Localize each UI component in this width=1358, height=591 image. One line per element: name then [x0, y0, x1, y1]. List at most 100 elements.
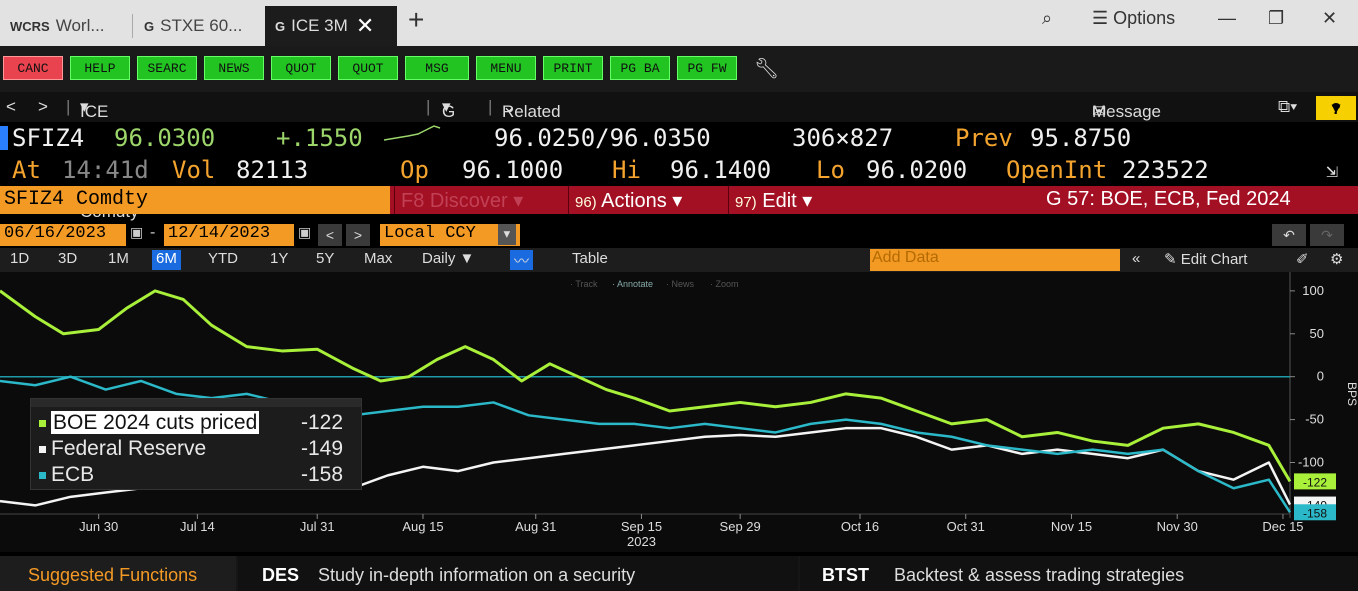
related-functions-menu[interactable]: Related Functions Menu ⌄	[502, 97, 576, 161]
period-5y[interactable]: 5Y	[312, 250, 338, 270]
next-range-button[interactable]: >	[346, 224, 370, 246]
security-action-bar: SFIZ4 Comdty F8 Discover ▾ 96) Actions ▾…	[0, 186, 1358, 214]
fkey-menu[interactable]: MENU	[476, 56, 536, 80]
x-tick-label: Nov 15	[1051, 519, 1092, 534]
tab-label: Worl...	[55, 16, 105, 35]
chevron-down-icon: ▾	[497, 224, 516, 245]
close-window-icon[interactable]: ✕	[1322, 8, 1337, 29]
help-button[interactable]: ? ▾	[1316, 96, 1356, 120]
y-tick-label: 50	[1310, 326, 1324, 341]
legend-value: -149	[301, 437, 344, 460]
calendar-icon[interactable]: ▣	[298, 224, 311, 241]
open-interest-label: OpenInt	[1006, 156, 1108, 184]
fkey-help[interactable]: HELP	[70, 56, 130, 80]
collapse-icon[interactable]: «	[1128, 250, 1144, 270]
security-title-dropdown[interactable]: ICE 3MTH SONIA FU Dec24 Comdty ▾	[80, 97, 139, 221]
fkey-cancel[interactable]: CANC	[3, 56, 63, 80]
options-button[interactable]: ☰ Options	[1092, 8, 1175, 29]
new-tab-plus-icon[interactable]: +	[408, 4, 424, 36]
redo-icon[interactable]: ↷	[1310, 224, 1344, 246]
discover-button[interactable]: F8 Discover ▾	[394, 186, 566, 214]
period-3d[interactable]: 3D	[54, 250, 81, 270]
period-1d[interactable]: 1D	[6, 250, 33, 270]
fkey-print[interactable]: PRINT	[543, 56, 603, 80]
x-tick-label: Aug 31	[515, 519, 556, 534]
discover-label: F8 Discover	[401, 190, 508, 212]
fkey-msg[interactable]: MSG	[405, 56, 469, 80]
date-range-bar: 06/16/2023 ▣ - 12/14/2023 ▣ < > Local CC…	[0, 222, 1358, 248]
tab-divider	[132, 14, 133, 38]
period-bar: 1D 3D 1M 6M YTD 1Y 5Y Max Daily ▼ 〰 Tabl…	[0, 248, 1358, 272]
fkey-quote-2[interactable]: QUOT	[338, 56, 398, 80]
legend-item-boe[interactable]: BOE 2024 cuts priced -122	[39, 411, 343, 435]
period-ytd[interactable]: YTD	[204, 250, 242, 270]
x-tick-label: Nov 30	[1157, 519, 1198, 534]
chart-tool-zoom: · Zoom	[710, 279, 739, 289]
restore-icon[interactable]: ❐	[1268, 8, 1284, 29]
edit-menu[interactable]: 97) Edit ▾	[728, 186, 846, 214]
end-date-field[interactable]: 12/14/2023	[164, 224, 294, 246]
fkey-quote-1[interactable]: QUOT	[271, 56, 331, 80]
currency-select[interactable]: Local CCY ▾	[380, 224, 520, 246]
selection-marker	[0, 126, 8, 150]
menu-code: G	[442, 102, 456, 121]
tab-ice-3m[interactable]: G ICE 3M ✕	[265, 6, 397, 46]
menu-code-dropdown[interactable]: G ▾	[442, 97, 455, 121]
popout-icon[interactable]: ⇲	[1326, 158, 1338, 182]
menu-icon: ☰	[1092, 8, 1114, 28]
security-name[interactable]: SFIZ4 Comdty	[0, 186, 390, 214]
add-data-input[interactable]: Add Data	[870, 249, 1120, 271]
gear-icon[interactable]: ⚙	[1326, 250, 1347, 270]
legend-drag-handle[interactable]	[31, 399, 361, 407]
period-max[interactable]: Max	[360, 250, 396, 270]
legend-label: Federal Reserve	[51, 437, 207, 460]
calendar-icon[interactable]: ▣	[130, 224, 143, 241]
function-key-bar: CANC HELP SEARC NEWS QUOT QUOT MSG MENU …	[0, 46, 1358, 92]
minimize-icon[interactable]: —	[1218, 8, 1236, 29]
table-button[interactable]: Table	[568, 250, 612, 270]
prev-range-button[interactable]: <	[318, 224, 342, 246]
y-tick-label: -100	[1298, 455, 1324, 470]
low-label: Lo	[816, 156, 845, 184]
period-1y[interactable]: 1Y	[266, 250, 292, 270]
last-value-label: -122	[1303, 475, 1327, 489]
edit-number: 97)	[735, 194, 757, 211]
y-tick-label: 100	[1302, 283, 1324, 298]
legend-item-ecb[interactable]: ECB -158	[39, 463, 343, 487]
fkey-page-back[interactable]: PG BA	[610, 56, 670, 80]
divider: |	[426, 97, 431, 116]
chart-tool-annotate: · Annotate	[612, 279, 653, 289]
undo-icon[interactable]: ↶	[1272, 224, 1306, 246]
tab-stxe[interactable]: G STXE 60...	[134, 6, 262, 46]
frequency-dropdown[interactable]: Daily ▼	[418, 250, 478, 270]
high-label: Hi	[612, 156, 641, 184]
period-6m[interactable]: 6M	[152, 250, 181, 270]
screen-options-icon[interactable]: ⧉▾	[1278, 97, 1297, 117]
y-tick-label: -50	[1305, 412, 1324, 427]
start-date-field[interactable]: 06/16/2023	[0, 224, 126, 246]
actions-menu[interactable]: 96) Actions ▾	[568, 186, 726, 214]
line-chart-icon[interactable]: 〰	[510, 250, 534, 270]
fkey-search[interactable]: SEARC	[137, 56, 197, 80]
fkey-page-forward[interactable]: PG FW	[677, 56, 737, 80]
annotate-icon[interactable]: ✐	[1292, 250, 1313, 270]
legend-swatch	[39, 445, 46, 453]
fkey-news[interactable]: NEWS	[204, 56, 264, 80]
x-tick-label: Jul 14	[180, 519, 215, 534]
legend-item-fed[interactable]: Federal Reserve -149	[39, 437, 343, 461]
tab-wcrs[interactable]: WCRS Worl...	[0, 6, 126, 46]
legend-label: ECB	[51, 463, 95, 486]
prev-price: 95.8750	[1030, 124, 1132, 152]
forward-icon[interactable]: >	[38, 97, 48, 117]
x-tick-label: Aug 15	[402, 519, 443, 534]
sparkline-icon	[383, 125, 441, 141]
back-icon[interactable]: <	[6, 97, 16, 117]
open-price: 96.1000	[462, 156, 564, 184]
period-1m[interactable]: 1M	[104, 250, 133, 270]
search-icon[interactable]: ⌕	[1042, 8, 1052, 29]
suggestion-description: Backtest & assess trading strategies	[894, 565, 1185, 585]
chart-legend[interactable]: BOE 2024 cuts priced -122 Federal Reserv…	[30, 398, 362, 490]
close-icon[interactable]: ✕	[356, 13, 374, 39]
wrench-icon[interactable]: 🔧︎	[754, 56, 779, 81]
edit-chart-button[interactable]: ✎ Edit Chart	[1160, 250, 1251, 270]
